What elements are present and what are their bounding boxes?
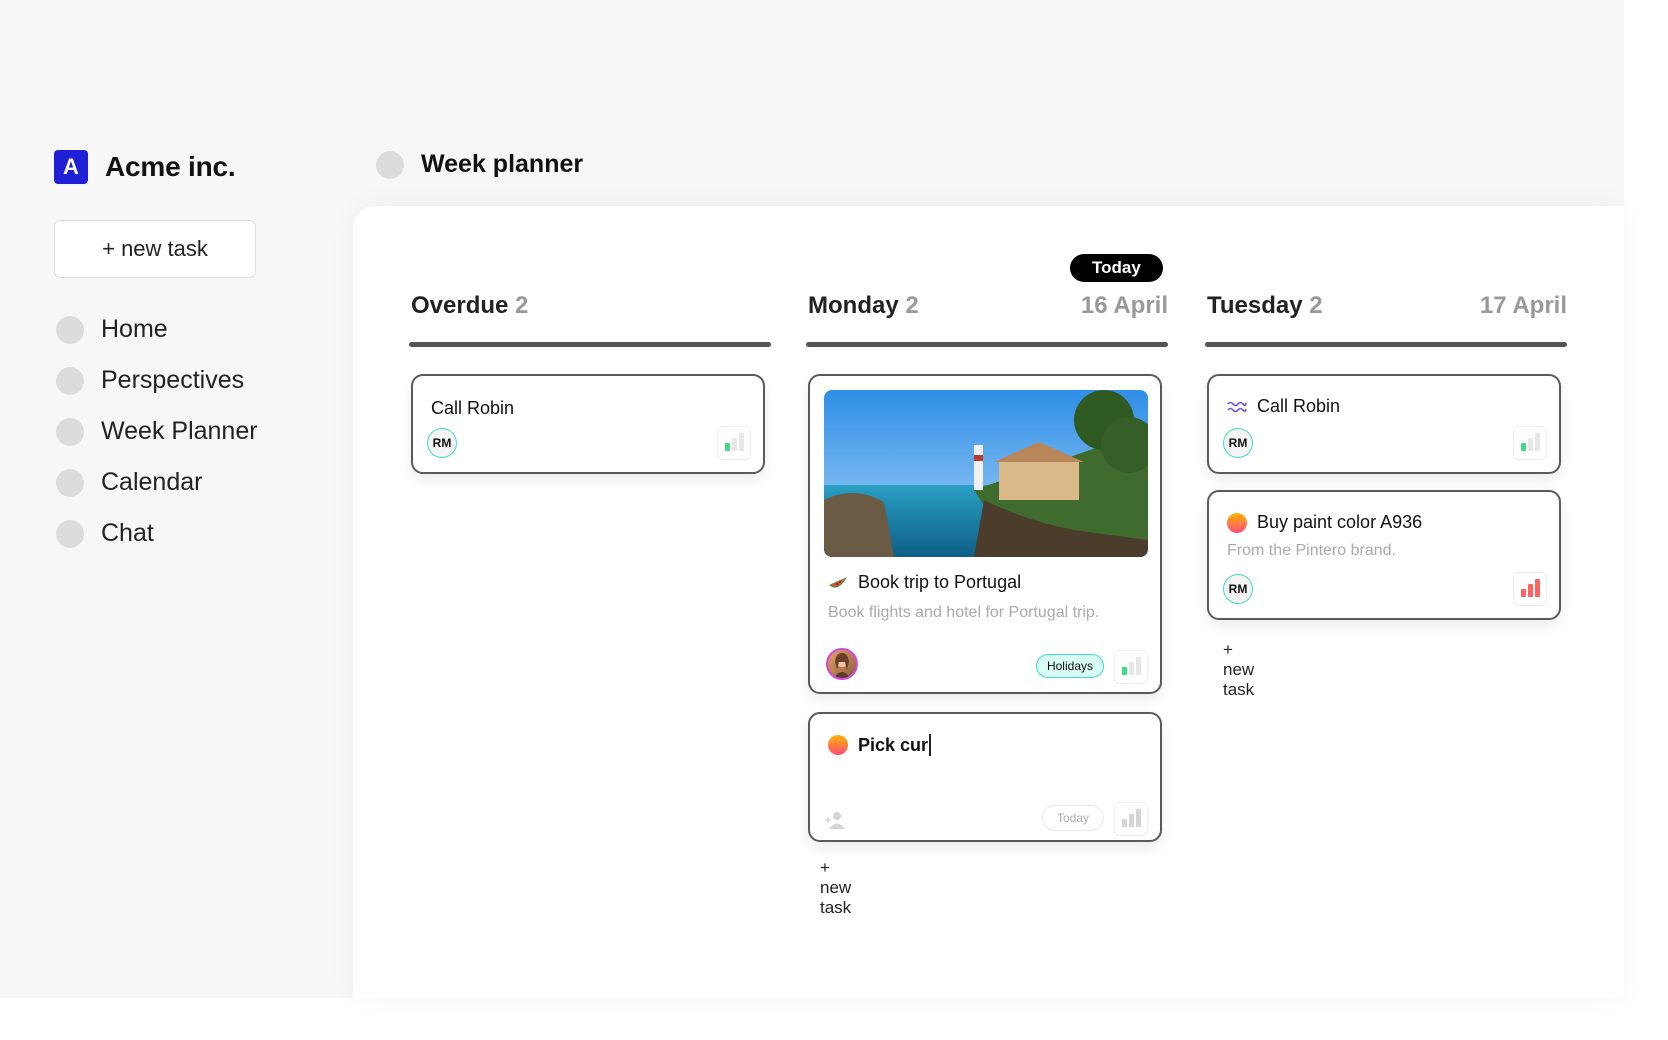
task-title-input[interactable]: Pick cur [858, 735, 928, 756]
column-count: 2 [515, 292, 529, 319]
column-name: Monday [808, 292, 899, 319]
column-name: Overdue [411, 292, 509, 319]
calendar-icon [56, 468, 84, 497]
task-title: Buy paint color A936 [1257, 512, 1423, 532]
column-header: Overdue 2 [411, 292, 771, 320]
sidebar-item-label: Chat [101, 519, 154, 547]
sunset-icon [1227, 512, 1247, 533]
column-date: 17 April [1479, 292, 1567, 319]
add-assignee-icon[interactable] [824, 810, 846, 835]
column-divider [409, 342, 771, 347]
column-count: 2 [905, 292, 919, 319]
perspectives-icon [56, 366, 84, 395]
sunset-icon [828, 735, 848, 755]
task-card-editing[interactable]: Pick cur Today [808, 712, 1162, 842]
assignee-avatar[interactable]: RM [1223, 428, 1253, 458]
waves-icon [1227, 400, 1247, 414]
week-board: Overdue 2 Call Robin RM Today Monday 2 1… [353, 206, 1624, 998]
portugal-coast-image [824, 390, 1148, 557]
column-name: Tuesday [1207, 292, 1303, 319]
page-icon [376, 150, 404, 179]
assignee-avatar[interactable] [826, 648, 858, 680]
priority-low-icon[interactable] [1114, 650, 1148, 684]
assignee-avatar[interactable]: RM [1223, 574, 1253, 604]
due-date-chip[interactable]: Today [1041, 805, 1104, 831]
task-card[interactable]: Call Robin RM [1207, 374, 1561, 474]
task-title: Book trip to Portugal [858, 572, 1022, 592]
task-card[interactable]: Buy paint color A936 From the Pintero br… [1207, 490, 1561, 620]
priority-low-icon[interactable] [717, 426, 751, 460]
sidebar-item-label: Home [101, 315, 168, 343]
sidebar-item-calendar[interactable]: Calendar [56, 457, 258, 508]
priority-low-icon[interactable] [1513, 426, 1547, 460]
column-date: 16 April [1080, 292, 1168, 319]
task-title: Call Robin [1257, 396, 1341, 416]
task-card[interactable]: Call Robin RM [411, 374, 765, 474]
column-header: Monday 2 16 April [808, 292, 1168, 320]
sidebar-new-task-button[interactable]: + new task [54, 220, 256, 278]
app-window: A Acme inc. + new task Home Perspectives… [0, 0, 1624, 998]
task-cover-image [824, 390, 1148, 557]
watermelon-icon [828, 575, 848, 591]
workspace-name: Acme inc. [105, 151, 236, 182]
column-count: 2 [1309, 292, 1323, 319]
sidebar-item-label: Week Planner [101, 417, 258, 445]
column-divider [806, 342, 1168, 347]
sidebar-nav: Home Perspectives Week Planner Calendar … [56, 304, 258, 559]
sidebar-item-label: Calendar [101, 468, 203, 496]
sidebar-item-perspectives[interactable]: Perspectives [56, 355, 258, 406]
sidebar-item-week-planner[interactable]: Week Planner [56, 406, 258, 457]
column-header: Tuesday 2 17 April [1207, 292, 1567, 320]
priority-none-icon[interactable] [1114, 802, 1148, 836]
column-divider [1205, 342, 1567, 347]
priority-high-icon[interactable] [1513, 572, 1547, 606]
sidebar-item-home[interactable]: Home [56, 304, 258, 355]
task-card[interactable]: Book trip to Portugal Book flights and h… [808, 374, 1162, 694]
add-task-link[interactable]: + new task [1223, 640, 1254, 700]
home-icon [56, 315, 84, 344]
workspace-logo: A [54, 150, 88, 184]
task-description: From the Pintero brand. [1227, 542, 1396, 559]
task-description: Book flights and hotel for Portugal trip… [828, 604, 1100, 621]
add-task-link[interactable]: + new task [820, 858, 851, 918]
task-tag[interactable]: Holidays [1035, 654, 1104, 678]
page-title: Week planner [421, 150, 584, 178]
sidebar-item-label: Perspectives [101, 366, 245, 394]
workspace-brand[interactable]: A Acme inc. [54, 150, 236, 184]
task-title: Call Robin [431, 398, 515, 418]
assignee-avatar[interactable]: RM [427, 428, 457, 458]
page-header: Week planner [376, 150, 583, 179]
today-badge: Today [1070, 254, 1163, 282]
week-planner-icon [56, 417, 84, 446]
text-cursor [929, 734, 931, 756]
sidebar-item-chat[interactable]: Chat [56, 508, 258, 559]
chat-icon [56, 519, 84, 548]
